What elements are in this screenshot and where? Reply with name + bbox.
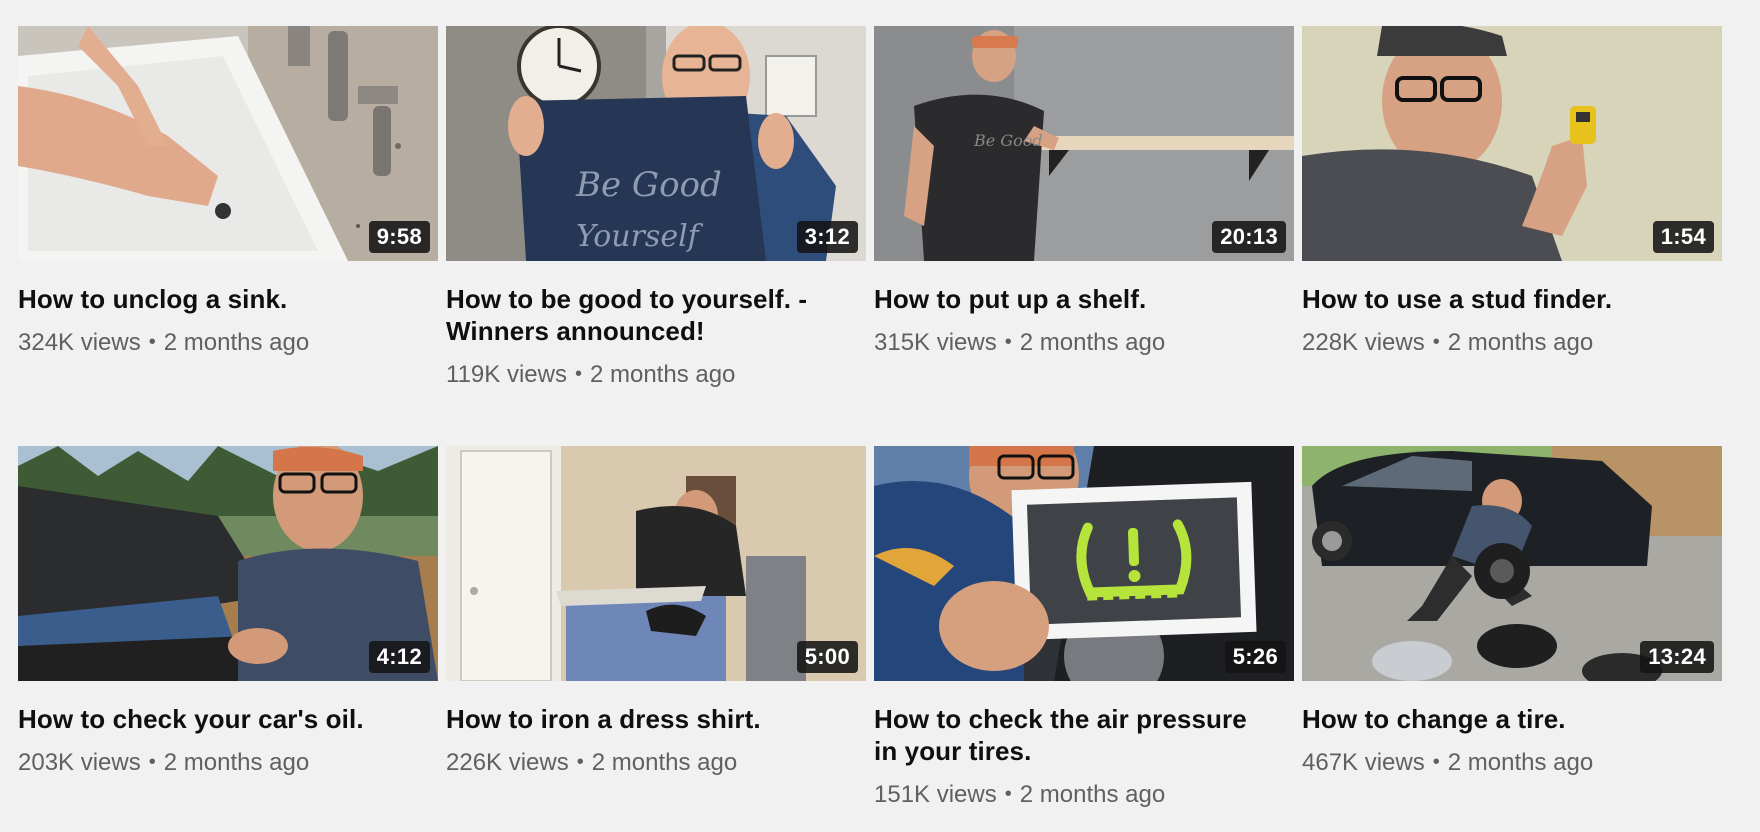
video-thumbnail[interactable]: 5:00 (446, 446, 866, 681)
meta-separator: • (1004, 331, 1012, 353)
video-age: 2 months ago (163, 749, 310, 776)
video-views: 119K views (446, 361, 567, 388)
video-card[interactable]: 5:26 How to check the air pressure in yo… (874, 446, 1294, 826)
video-card[interactable]: 1:54 How to use a stud finder. 228K view… (1302, 26, 1722, 446)
video-card[interactable]: Be Good Yourself 3:12 How to be good to … (446, 26, 866, 446)
video-title[interactable]: How to check the air pressure in your ti… (874, 703, 1294, 767)
meta-separator: • (148, 331, 156, 353)
video-card[interactable]: Be Good 20:13 How to put up a shelf. 315… (874, 26, 1294, 446)
video-card[interactable]: 9:58 How to unclog a sink. 324K views • 2 … (18, 26, 438, 446)
video-duration-badge: 9:58 (368, 221, 430, 253)
video-thumbnail[interactable]: 1:54 (1302, 26, 1722, 261)
video-duration-badge: 13:24 (1640, 641, 1714, 673)
video-age: 2 months ago (1447, 749, 1594, 776)
video-age: 2 months ago (591, 749, 738, 776)
video-meta: 119K views • 2 months ago (446, 359, 866, 390)
video-card[interactable]: 5:00 How to iron a dress shirt. 226K vie… (446, 446, 866, 826)
video-duration-badge: 20:13 (1212, 221, 1286, 253)
video-thumbnail[interactable]: 4:12 (18, 446, 438, 681)
video-views: 324K views (18, 329, 141, 356)
video-age: 2 months ago (1019, 329, 1166, 356)
video-views: 203K views (18, 749, 141, 776)
meta-separator: • (1004, 783, 1012, 805)
video-thumbnail[interactable]: 13:24 (1302, 446, 1722, 681)
video-meta: 315K views • 2 months ago (874, 327, 1294, 358)
meta-separator: • (576, 751, 584, 773)
svg-text:Be Good: Be Good (973, 131, 1043, 150)
video-meta: 467K views • 2 months ago (1302, 747, 1722, 778)
video-meta: 226K views • 2 months ago (446, 747, 866, 778)
video-title[interactable]: How to put up a shelf. (874, 283, 1294, 315)
video-title[interactable]: How to iron a dress shirt. (446, 703, 866, 735)
video-title[interactable]: How to check your car's oil. (18, 703, 438, 735)
meta-separator: • (148, 751, 156, 773)
video-meta: 324K views • 2 months ago (18, 327, 438, 358)
video-title[interactable]: How to unclog a sink. (18, 283, 438, 315)
svg-text:Be Good: Be Good (575, 165, 722, 205)
video-title[interactable]: How to change a tire. (1302, 703, 1722, 735)
video-age: 2 months ago (1019, 781, 1166, 808)
meta-separator: • (1432, 751, 1440, 773)
meta-separator: • (574, 363, 582, 385)
video-views: 226K views (446, 749, 569, 776)
video-duration-badge: 1:54 (1652, 221, 1714, 253)
video-age: 2 months ago (589, 361, 736, 388)
meta-separator: • (1432, 331, 1440, 353)
video-title[interactable]: How to be good to yourself. - Winners an… (446, 283, 866, 347)
video-card[interactable]: 13:24 How to change a tire. 467K views • 2… (1302, 446, 1722, 826)
video-thumbnail[interactable]: Be Good 20:13 (874, 26, 1294, 261)
svg-text:Yourself: Yourself (576, 219, 704, 254)
video-views: 467K views (1302, 749, 1425, 776)
video-duration-badge: 3:12 (796, 221, 858, 253)
video-meta: 228K views • 2 months ago (1302, 327, 1722, 358)
video-title[interactable]: How to use a stud finder. (1302, 283, 1722, 315)
video-thumbnail[interactable]: 9:58 (18, 26, 438, 261)
video-views: 228K views (1302, 329, 1425, 356)
video-card[interactable]: 4:12 How to check your car's oil. 203K v… (18, 446, 438, 826)
video-views: 151K views (874, 781, 997, 808)
video-meta: 151K views • 2 months ago (874, 779, 1294, 810)
video-duration-badge: 5:26 (1224, 641, 1286, 673)
video-meta: 203K views • 2 months ago (18, 747, 438, 778)
video-age: 2 months ago (163, 329, 310, 356)
video-duration-badge: 5:00 (796, 641, 858, 673)
video-views: 315K views (874, 329, 997, 356)
video-duration-badge: 4:12 (368, 641, 430, 673)
video-age: 2 months ago (1447, 329, 1594, 356)
video-grid: 9:58 How to unclog a sink. 324K views • 2 … (18, 26, 1742, 826)
video-thumbnail[interactable]: 5:26 (874, 446, 1294, 681)
video-thumbnail[interactable]: Be Good Yourself 3:12 (446, 26, 866, 261)
